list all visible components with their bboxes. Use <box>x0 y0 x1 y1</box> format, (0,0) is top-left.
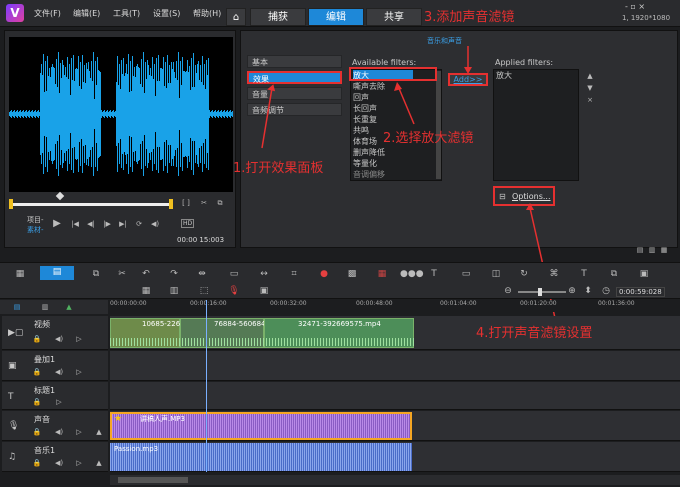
motion-icon[interactable]: ↻ <box>518 268 530 280</box>
track-header-video[interactable]: ▶▢ 视频 🔒 ◀) ▷ <box>2 316 108 350</box>
color-grid-icon[interactable]: ▩ <box>346 268 358 280</box>
zoom-in-icon[interactable]: ⊕ <box>566 285 578 297</box>
track-name: 声音 <box>34 415 50 424</box>
track-lane-title[interactable] <box>110 382 680 410</box>
clock-icon[interactable]: ◷ <box>600 285 612 297</box>
track-ripple-icon[interactable]: ▷ <box>54 397 64 407</box>
track-header-title[interactable]: T 标题1 🔒 ▷ <box>2 382 108 410</box>
track-lock-icon[interactable]: 🔒 <box>32 458 42 468</box>
ruler-tick: 00:01:04:00 <box>440 300 477 307</box>
voice-track-icon: 🎙 <box>8 421 20 431</box>
arrowhead-step3 <box>464 67 472 74</box>
crop-icon[interactable]: ⌗ <box>288 268 300 280</box>
track-lane-music[interactable]: Passion.mp3 <box>110 442 680 472</box>
storyboard-view-icon[interactable]: ▦ <box>14 268 26 280</box>
track-header-overlay[interactable]: ▣ 叠加1 🔒 ◀) ▷ <box>2 351 108 381</box>
add-marker-icon[interactable]: ▲ <box>64 302 74 312</box>
ruler-tick: 00:00:32:00 <box>270 300 307 307</box>
video-clip-label: 10685-226 <box>142 320 181 328</box>
track-ripple-icon[interactable]: ▷ <box>74 367 84 377</box>
fit-icon[interactable]: ⇹ <box>196 268 208 280</box>
track-audio-icon[interactable]: ◀) <box>54 367 64 377</box>
export-icon[interactable]: ▣ <box>638 268 650 280</box>
ruler-tick: 00:01:20:00 <box>520 300 557 307</box>
track-expand-icon[interactable]: ▲ <box>94 458 104 468</box>
music-clip-label: Passion.mp3 <box>114 445 159 453</box>
screen-icon[interactable]: ▭ <box>228 268 240 280</box>
record-icon[interactable]: ● <box>318 268 330 280</box>
track-ripple-icon[interactable]: ▷ <box>74 334 84 344</box>
track-name: 视频 <box>34 320 50 329</box>
zoom-slider-handle[interactable] <box>538 288 542 296</box>
voice-clip-label: 讲稿人声.MP3 <box>140 415 185 423</box>
redo-icon[interactable]: ↷ <box>168 268 180 280</box>
arrowhead-step2 <box>394 82 402 91</box>
snapshot-icon[interactable]: ▣ <box>258 285 270 297</box>
layout-icon[interactable]: ▭ <box>460 268 472 280</box>
text-icon[interactable]: T <box>578 268 590 280</box>
track-ripple-icon[interactable]: ▷ <box>74 427 84 437</box>
track-header-music[interactable]: ♫ 音乐1 🔒 ◀) ▷ ▲ <box>2 442 108 472</box>
multi-cam-icon[interactable]: ▦ <box>376 268 388 280</box>
undo-icon[interactable]: ↶ <box>140 268 152 280</box>
track-lock-icon[interactable]: 🔒 <box>32 397 42 407</box>
ruler-tick: 00:00:48:00 <box>356 300 393 307</box>
zoom-out-icon[interactable]: ⊖ <box>502 285 514 297</box>
music-track-icon: ♫ <box>8 452 17 462</box>
annotation-step4: 4.打开声音滤镜设置 <box>476 326 593 341</box>
arrow-step2 <box>397 85 415 125</box>
track-manager-icon[interactable]: ▤ <box>12 302 22 312</box>
track-audio-icon[interactable]: ◀) <box>54 427 64 437</box>
track-header-bar: ▤ ▥ ▲ <box>0 300 108 314</box>
track-expand-icon[interactable]: ▲ <box>94 427 104 437</box>
circles-icon[interactable]: ●●● <box>400 268 424 280</box>
video-clip-audio-waveform <box>110 338 414 346</box>
cut-icon[interactable]: ✂ <box>116 268 128 280</box>
track-ripple-icon[interactable]: ▷ <box>74 458 84 468</box>
arrow-step1 <box>261 87 273 149</box>
timeline-scroll-thumb[interactable] <box>118 477 188 483</box>
track-lane-overlay[interactable] <box>110 351 680 381</box>
track-lock-icon[interactable]: 🔒 <box>32 334 42 344</box>
tools-row2-icon2[interactable]: ▥ <box>168 285 180 297</box>
favorite-star-icon: ★ <box>114 414 123 424</box>
split-screen-icon[interactable]: ◫ <box>490 268 502 280</box>
timeline-timecode[interactable]: 0:00:59:028 <box>616 287 665 297</box>
track-lane-voice[interactable]: ★ 讲稿人声.MP3 <box>110 411 680 441</box>
duplicate-icon[interactable]: ⧉ <box>608 268 620 280</box>
title-track-icon: T <box>8 392 14 402</box>
lens-icon[interactable]: ⌘ <box>548 268 560 280</box>
video-clip-label: 32471-392669575.mp4 <box>298 320 381 328</box>
tools-row2-icon3[interactable]: ⬚ <box>198 285 210 297</box>
ruler-tick: 00:00:16:00 <box>190 300 227 307</box>
track-audio-icon[interactable]: ◀) <box>54 334 64 344</box>
track-name: 标题1 <box>34 386 56 395</box>
title-icon[interactable]: T <box>428 268 440 280</box>
track-name: 叠加1 <box>34 355 56 364</box>
arrowhead-step4 <box>526 203 534 210</box>
timeline-toolbar: ▦ ▤ ⧉ ✂ ↶ ↷ ⇹ ▭ ↔ ⌗ ● ▩ ▦ ●●● T ▭ ◫ ↻ ⌘ … <box>0 262 680 299</box>
fit-project-icon[interactable]: ⬍ <box>582 285 594 297</box>
chapter-icon[interactable]: ▥ <box>40 302 50 312</box>
track-lock-icon[interactable]: 🔒 <box>32 367 42 377</box>
tools-row2-icon1[interactable]: ▦ <box>140 285 152 297</box>
video-track-icon: ▶▢ <box>8 328 24 338</box>
video-clip-label: 76884-5606843 <box>214 320 270 328</box>
track-audio-icon[interactable]: ◀) <box>54 458 64 468</box>
mic-icon[interactable]: 🎙 <box>228 285 240 297</box>
timeline-ruler[interactable]: 00:00:00:00 00:00:16:00 00:00:32:00 00:0… <box>110 300 680 312</box>
track-name: 音乐1 <box>34 446 56 455</box>
timeline-playhead[interactable] <box>206 300 207 472</box>
expand-icon[interactable]: ↔ <box>258 268 270 280</box>
ruler-tick: 00:01:36:00 <box>598 300 635 307</box>
media-icon[interactable]: ⧉ <box>90 268 102 280</box>
track-header-voice[interactable]: 🎙 声音 🔒 ◀) ▷ ▲ <box>2 411 108 441</box>
track-lane-video[interactable]: 10685-226 76884-5606843 32471-392669575.… <box>110 316 680 350</box>
timeline-view-icon[interactable]: ▤ <box>40 266 74 280</box>
timeline-scrollbar[interactable] <box>110 475 680 485</box>
track-lock-icon[interactable]: 🔒 <box>32 427 42 437</box>
ruler-tick: 00:00:00:00 <box>110 300 147 307</box>
overlay-track-icon: ▣ <box>8 361 17 371</box>
zoom-slider[interactable] <box>518 291 566 293</box>
